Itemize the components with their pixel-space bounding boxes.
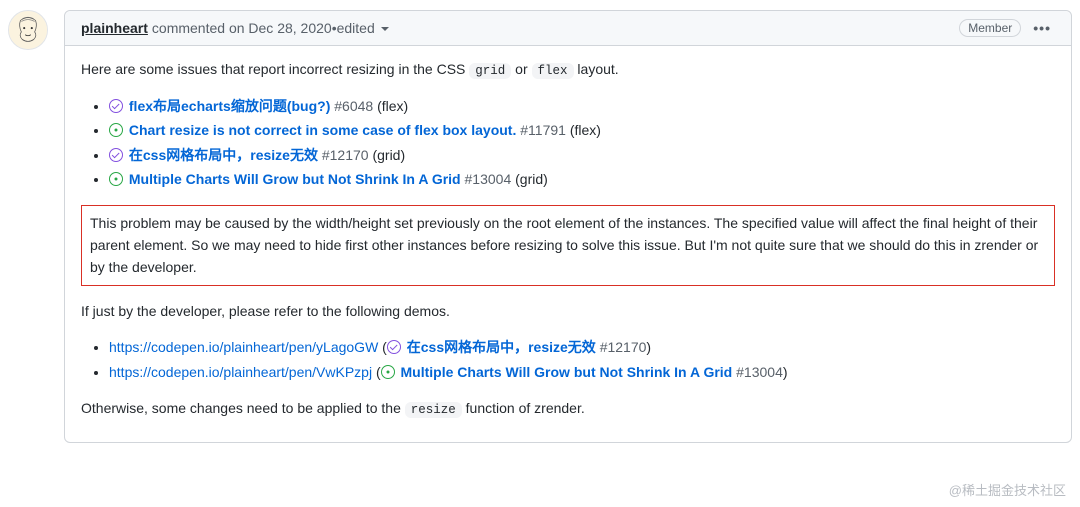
list-item: Multiple Charts Will Grow but Not Shrink… <box>109 168 1055 190</box>
code-flex: flex <box>532 63 574 79</box>
issue-open-icon <box>381 365 395 379</box>
demo-link[interactable]: https://codepen.io/plainheart/pen/yLagoG… <box>109 339 378 355</box>
issue-number: #11791 <box>516 122 566 138</box>
code-grid: grid <box>469 63 511 79</box>
issue-link[interactable]: Multiple Charts Will Grow but Not Shrink… <box>401 364 733 380</box>
list-item: https://codepen.io/plainheart/pen/yLagoG… <box>109 336 1055 358</box>
highlighted-paragraph: This problem may be caused by the width/… <box>81 205 1055 286</box>
issue-number: #12170 <box>596 339 647 355</box>
comment-container: plainheart commented on Dec 28, 2020 • e… <box>8 10 1072 443</box>
role-badge: Member <box>959 19 1021 37</box>
issue-suffix: (flex) <box>373 98 408 114</box>
issue-number: #12170 <box>318 147 369 163</box>
avatar[interactable] <box>8 10 48 50</box>
comment-header: plainheart commented on Dec 28, 2020 • e… <box>65 11 1071 46</box>
list-item: flex布局echarts缩放问题(bug?) #6048 (flex) <box>109 95 1055 117</box>
kebab-menu-icon[interactable]: ••• <box>1029 20 1055 36</box>
issue-number: #13004 <box>732 364 783 380</box>
list-item: 在css网格布局中，resize无效 #12170 (grid) <box>109 144 1055 166</box>
commented-text: commented on Dec 28, 2020 <box>152 20 332 36</box>
watermark: @稀土掘金技术社区 <box>949 480 1066 499</box>
issue-number: #6048 <box>330 98 373 114</box>
code-resize: resize <box>405 402 462 418</box>
demo-link[interactable]: https://codepen.io/plainheart/pen/VwKPzp… <box>109 364 372 380</box>
intro-paragraph: Here are some issues that report incorre… <box>81 58 1055 81</box>
issue-open-icon <box>109 123 123 137</box>
issue-suffix: (flex) <box>566 122 601 138</box>
issue-link[interactable]: 在css网格布局中，resize无效 <box>407 339 596 355</box>
edited-label[interactable]: edited <box>337 20 389 36</box>
issue-closed-icon <box>387 340 401 354</box>
comment-body: Here are some issues that report incorre… <box>65 46 1071 442</box>
author-link[interactable]: plainheart <box>81 20 148 36</box>
list-item: https://codepen.io/plainheart/pen/VwKPzp… <box>109 361 1055 383</box>
demos-list: https://codepen.io/plainheart/pen/yLagoG… <box>81 336 1055 383</box>
otherwise-paragraph: Otherwise, some changes need to be appli… <box>81 397 1055 420</box>
comment-box: plainheart commented on Dec 28, 2020 • e… <box>64 10 1072 443</box>
issue-suffix: (grid) <box>511 171 548 187</box>
issue-closed-icon <box>109 99 123 113</box>
issue-link[interactable]: 在css网格布局中，resize无效 <box>129 147 318 163</box>
issues-list: flex布局echarts缩放问题(bug?) #6048 (flex) Cha… <box>81 95 1055 191</box>
list-item: Chart resize is not correct in some case… <box>109 119 1055 141</box>
issue-closed-icon <box>109 148 123 162</box>
demos-intro: If just by the developer, please refer t… <box>81 300 1055 322</box>
issue-number: #13004 <box>461 171 512 187</box>
issue-link[interactable]: Chart resize is not correct in some case… <box>129 122 516 138</box>
issue-suffix: (grid) <box>369 147 406 163</box>
caret-down-icon <box>381 27 389 31</box>
issue-link[interactable]: flex布局echarts缩放问题(bug?) <box>129 98 330 114</box>
issue-open-icon <box>109 172 123 186</box>
issue-link[interactable]: Multiple Charts Will Grow but Not Shrink… <box>129 171 461 187</box>
